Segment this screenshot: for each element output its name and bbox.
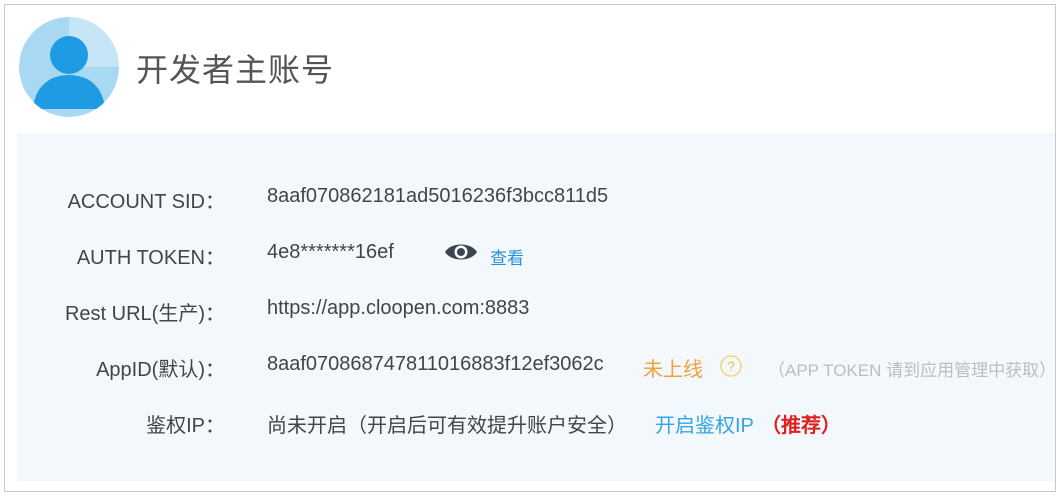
auth-ip-value: 尚未开启（开启后可有效提升账户安全） xyxy=(267,415,627,437)
auth-token-value: 4e8*******16ef xyxy=(267,241,394,263)
page-title: 开发者主账号 xyxy=(136,51,335,89)
auth-ip-row: 鉴权IP： 尚未开启（开启后可有效提升账户安全） 开启鉴权IP （推荐） xyxy=(17,405,1055,439)
user-avatar-icon xyxy=(19,17,119,117)
app-id-label: AppID(默认)： xyxy=(96,359,225,381)
account-card: 开发者主账号 ACCOUNT SID： 8aaf070862181ad50162… xyxy=(4,4,1056,492)
recommend-tag: （推荐） xyxy=(761,415,841,437)
card-header: 开发者主账号 xyxy=(5,5,1055,133)
rest-url-row: Rest URL(生产)： https://app.cloopen.com:88… xyxy=(17,293,1055,327)
app-id-value: 8aaf070868747811016883f12ef3062c xyxy=(267,353,604,375)
app-token-note: （APP TOKEN 请到应用管理中获取） xyxy=(768,361,1057,380)
question-icon[interactable]: ? xyxy=(719,354,743,384)
view-token-link[interactable]: 查看 xyxy=(490,244,524,269)
account-info-panel: ACCOUNT SID： 8aaf070862181ad5016236f3bcc… xyxy=(17,133,1057,481)
app-id-row: AppID(默认)： 8aaf070868747811016883f12ef30… xyxy=(17,349,1057,384)
rest-url-value: https://app.cloopen.com:8883 xyxy=(267,297,530,319)
auth-ip-label: 鉴权IP： xyxy=(146,415,225,437)
enable-auth-ip-link[interactable]: 开启鉴权IP xyxy=(655,409,754,438)
app-status-badge: 未上线 xyxy=(643,359,703,381)
auth-token-row: AUTH TOKEN： 4e8*******16ef 查看 xyxy=(17,237,1055,271)
rest-url-label: Rest URL(生产)： xyxy=(64,303,225,325)
account-sid-row: ACCOUNT SID： 8aaf070862181ad5016236f3bcc… xyxy=(17,181,1055,215)
eye-icon[interactable] xyxy=(443,240,479,270)
auth-token-label: AUTH TOKEN： xyxy=(76,247,225,269)
svg-text:?: ? xyxy=(727,358,735,374)
account-sid-label: ACCOUNT SID： xyxy=(67,191,225,213)
account-sid-value: 8aaf070862181ad5016236f3bcc811d5 xyxy=(267,185,609,207)
